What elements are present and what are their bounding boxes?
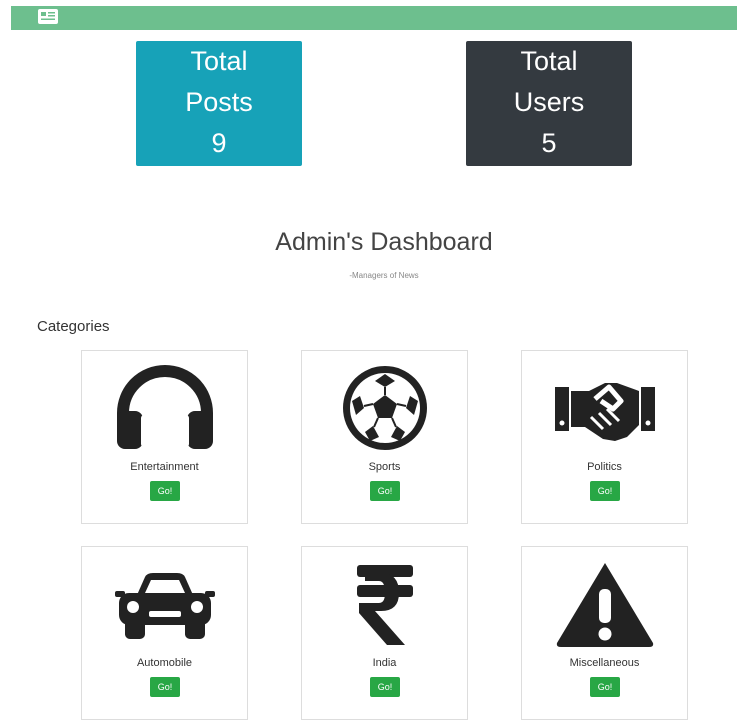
categories-heading: Categories — [37, 318, 110, 335]
category-card-miscellaneous: Miscellaneous Go! — [521, 546, 688, 720]
go-button-sports[interactable]: Go! — [370, 481, 400, 501]
category-label: Miscellaneous — [569, 657, 640, 669]
newspaper-icon[interactable] — [38, 9, 58, 24]
total-users-line2: Users — [513, 87, 585, 117]
page-subtitle: -Managers of News — [349, 271, 419, 280]
total-posts-value: 9 — [211, 128, 227, 158]
go-button-miscellaneous[interactable]: Go! — [590, 677, 620, 697]
go-button-automobile[interactable]: Go! — [150, 677, 180, 697]
category-label: Politics — [587, 461, 622, 473]
category-card-politics: Politics Go! — [521, 350, 688, 524]
category-card-entertainment: Entertainment Go! — [81, 350, 248, 524]
category-card-india: India Go! — [301, 546, 468, 720]
category-card-automobile: Automobile Go! — [81, 546, 248, 720]
go-button-india[interactable]: Go! — [370, 677, 400, 697]
rupee-icon — [357, 565, 413, 645]
go-button-entertainment[interactable]: Go! — [150, 481, 180, 501]
handshake-icon — [555, 383, 655, 441]
go-button-politics[interactable]: Go! — [590, 481, 620, 501]
category-card-sports: Sports Go! — [301, 350, 468, 524]
headphones-icon — [117, 365, 213, 449]
total-users-value: 5 — [541, 128, 557, 158]
page-title: Admin's Dashboard — [275, 228, 493, 256]
car-icon — [115, 573, 215, 639]
total-users-line1: Total — [520, 46, 578, 76]
soccer-ball-icon — [343, 366, 427, 450]
total-posts-line2: Posts — [185, 87, 253, 117]
total-posts-card: Total Posts 9 — [136, 41, 302, 166]
warning-icon — [556, 563, 654, 647]
total-posts-line1: Total — [190, 46, 248, 76]
category-label: Automobile — [136, 657, 193, 669]
top-navbar — [11, 6, 737, 30]
total-users-card: Total Users 5 — [466, 41, 632, 166]
category-label: Sports — [368, 461, 401, 473]
category-label: Entertainment — [130, 461, 199, 473]
category-label: India — [372, 657, 397, 669]
